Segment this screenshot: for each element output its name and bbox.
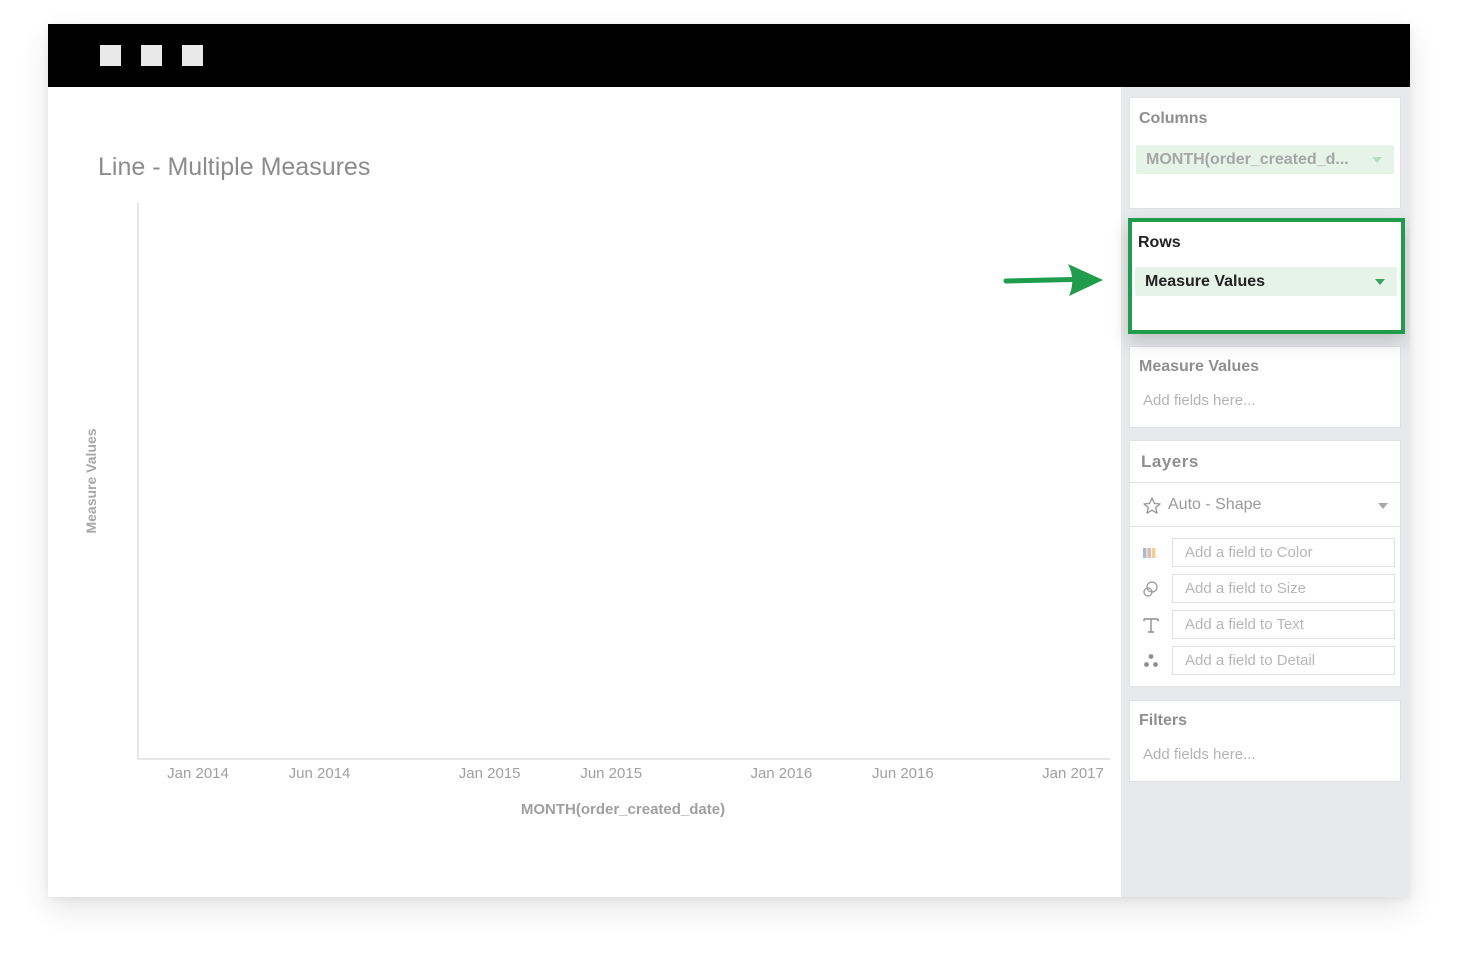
rows-shelf[interactable]: Rows Measure Values bbox=[1128, 218, 1405, 334]
divider bbox=[1130, 526, 1400, 527]
size-field-row: Add a field to Size bbox=[1130, 574, 1400, 604]
window-control-3[interactable] bbox=[182, 45, 203, 66]
chevron-down-icon[interactable] bbox=[1378, 503, 1388, 509]
color-field-input[interactable]: Add a field to Color bbox=[1172, 538, 1395, 567]
columns-shelf[interactable]: Columns MONTH(order_created_d... bbox=[1129, 97, 1401, 209]
layers-title: Layers bbox=[1141, 452, 1199, 471]
size-field-input[interactable]: Add a field to Size bbox=[1172, 574, 1395, 603]
detail-field-row: Add a field to Detail bbox=[1130, 646, 1400, 676]
chevron-down-icon[interactable] bbox=[1375, 279, 1385, 285]
columns-title: Columns bbox=[1139, 110, 1208, 127]
app-window: Jan 2014 Jun 2014 Jan 2015 Jun 2015 Jan 2016… bbox=[48, 24, 1410, 897]
columns-pill[interactable]: MONTH(order_created_d... bbox=[1136, 145, 1394, 174]
arrow-icon bbox=[1003, 264, 1103, 296]
title-bar bbox=[48, 24, 1410, 87]
text-field-label: Add a field to Text bbox=[1185, 616, 1304, 633]
filters-shelf[interactable]: Filters Add fields here... bbox=[1129, 700, 1401, 782]
chart-title: Line - Multiple Measures bbox=[98, 153, 371, 181]
chart-canvas: Jan 2014 Jun 2014 Jan 2015 Jun 2015 Jan 2016… bbox=[48, 87, 1121, 897]
size-icon bbox=[1143, 581, 1158, 597]
rows-title: Rows bbox=[1138, 234, 1181, 251]
chevron-down-icon[interactable] bbox=[1372, 157, 1382, 163]
window-control-1[interactable] bbox=[100, 45, 121, 66]
x-tick-label: Jun 2015 bbox=[580, 765, 642, 782]
x-tick-label: Jan 2016 bbox=[750, 765, 812, 782]
detail-field-label: Add a field to Detail bbox=[1185, 652, 1316, 669]
sidebar: Columns MONTH(order_created_d... Measure… bbox=[1121, 87, 1410, 897]
star-icon bbox=[1143, 497, 1161, 514]
chart-svg: Jan 2014 Jun 2014 Jan 2015 Jun 2015 Jan 2016… bbox=[83, 203, 1110, 818]
window-control-2[interactable] bbox=[141, 45, 162, 66]
measure-values-placeholder: Add fields here... bbox=[1143, 392, 1256, 409]
x-tick-label: Jun 2014 bbox=[289, 765, 351, 782]
text-icon bbox=[1143, 618, 1159, 633]
filters-title: Filters bbox=[1139, 712, 1188, 729]
x-axis-title: MONTH(order_created_date) bbox=[521, 801, 725, 818]
x-tick-label: Jun 2016 bbox=[872, 765, 934, 782]
columns-pill-label: MONTH(order_created_d... bbox=[1146, 151, 1349, 168]
x-tick-label: Jan 2014 bbox=[167, 765, 229, 782]
detail-field-input[interactable]: Add a field to Detail bbox=[1172, 646, 1395, 675]
divider bbox=[1130, 482, 1400, 483]
size-field-label: Add a field to Size bbox=[1185, 580, 1306, 597]
detail-icon bbox=[1144, 654, 1158, 667]
x-tick-label: Jan 2015 bbox=[459, 765, 521, 782]
y-axis-title: Measure Values bbox=[83, 428, 99, 533]
filters-placeholder: Add fields here... bbox=[1143, 746, 1256, 763]
measure-values-shelf[interactable]: Measure Values Add fields here... bbox=[1129, 346, 1401, 428]
color-field-label: Add a field to Color bbox=[1185, 544, 1313, 561]
layers-panel: Layers Auto - Shape Add a field to Color bbox=[1129, 440, 1401, 687]
text-field-input[interactable]: Add a field to Text bbox=[1172, 610, 1395, 639]
rows-pill[interactable]: Measure Values bbox=[1135, 267, 1397, 296]
rows-pill-label: Measure Values bbox=[1145, 273, 1266, 290]
measure-values-title: Measure Values bbox=[1139, 358, 1260, 375]
color-field-row: Add a field to Color bbox=[1130, 538, 1400, 568]
x-tick-label: Jan 2017 bbox=[1042, 765, 1104, 782]
shape-select[interactable]: Auto - Shape bbox=[1168, 496, 1261, 514]
color-icon bbox=[1143, 548, 1156, 558]
text-field-row: Add a field to Text bbox=[1130, 610, 1400, 640]
